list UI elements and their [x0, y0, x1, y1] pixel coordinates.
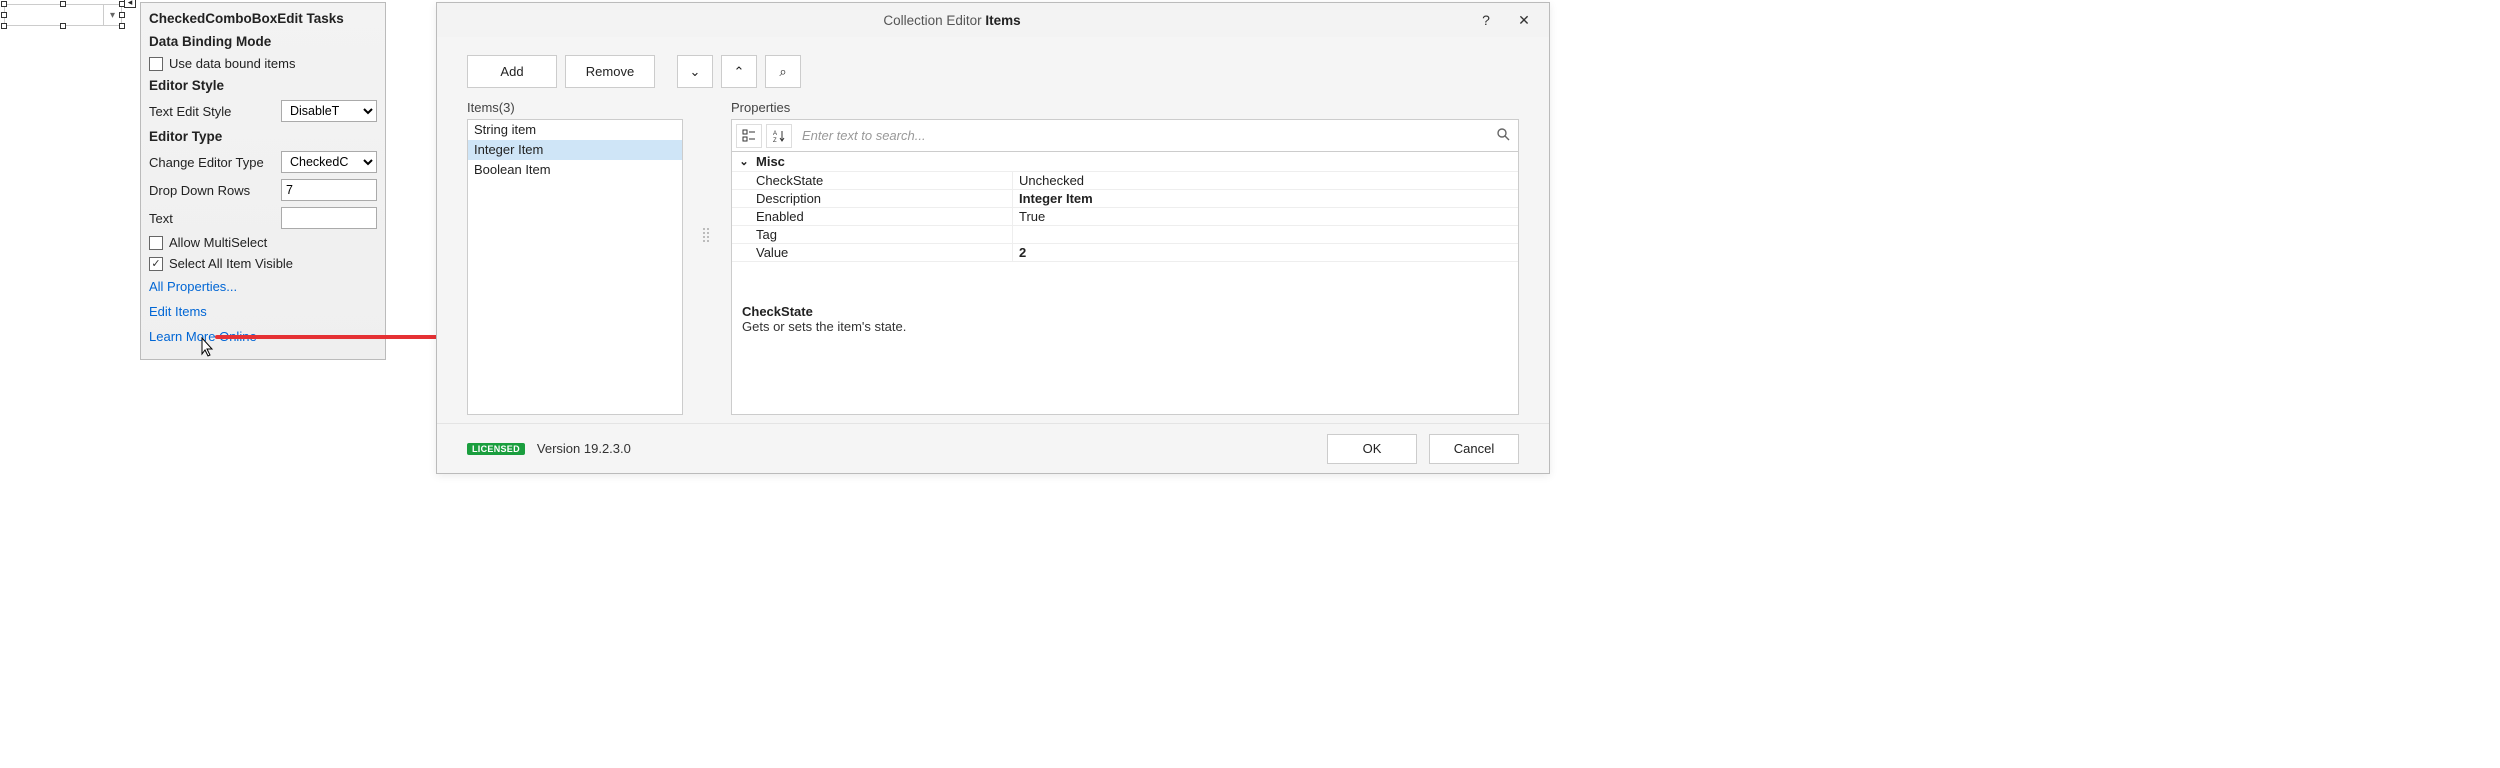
remove-button[interactable]: Remove: [565, 55, 655, 88]
smart-tag-glyph[interactable]: ◂: [124, 0, 136, 8]
allow-multiselect-checkbox[interactable]: [149, 236, 163, 250]
property-name: Enabled: [732, 208, 1012, 225]
move-down-button[interactable]: ⌄: [677, 55, 713, 88]
resize-handle[interactable]: [60, 23, 66, 29]
use-data-bound-label: Use data bound items: [169, 56, 377, 71]
items-count-label: Items(3): [467, 100, 683, 115]
property-name: Value: [732, 244, 1012, 261]
list-item[interactable]: Boolean Item: [468, 160, 682, 180]
text-edit-style-label: Text Edit Style: [149, 104, 275, 119]
property-row[interactable]: CheckState Unchecked: [732, 172, 1518, 190]
select-all-visible-label: Select All Item Visible: [169, 256, 377, 271]
dialog-close-button[interactable]: ✕: [1505, 6, 1543, 34]
properties-label: Properties: [731, 100, 1519, 115]
ok-button[interactable]: OK: [1327, 434, 1417, 464]
property-description-pane: CheckState Gets or sets the item's state…: [731, 262, 1519, 415]
property-row[interactable]: Enabled True: [732, 208, 1518, 226]
property-search-input[interactable]: [796, 128, 1488, 143]
learn-more-link[interactable]: Learn More Online: [141, 324, 385, 349]
collapse-icon[interactable]: ⌄: [738, 155, 750, 168]
resize-handle[interactable]: [1, 1, 7, 7]
all-properties-link[interactable]: All Properties...: [141, 274, 385, 299]
items-listbox[interactable]: String item Integer Item Boolean Item: [467, 119, 683, 415]
category-header[interactable]: ⌄ Misc: [732, 152, 1518, 172]
property-name: Description: [732, 190, 1012, 207]
dialog-footer: LICENSED Version 19.2.3.0 OK Cancel: [437, 423, 1549, 473]
property-value[interactable]: True: [1012, 208, 1518, 225]
property-row[interactable]: Value 2: [732, 244, 1518, 262]
list-item[interactable]: String item: [468, 120, 682, 140]
resize-handle[interactable]: [1, 23, 7, 29]
categorized-icon[interactable]: [736, 124, 762, 148]
svg-text:Z: Z: [773, 138, 777, 143]
drop-down-rows-input[interactable]: [281, 179, 377, 201]
alphabetical-icon[interactable]: AZ: [766, 124, 792, 148]
search-icon[interactable]: [1492, 127, 1514, 144]
property-value[interactable]: [1012, 226, 1518, 243]
text-edit-style-select[interactable]: DisableT: [281, 100, 377, 122]
select-all-visible-checkbox[interactable]: ✓: [149, 257, 163, 271]
description-text: Gets or sets the item's state.: [742, 319, 1508, 334]
dialog-title: Collection Editor Items: [437, 13, 1467, 28]
data-binding-header: Data Binding Mode: [141, 30, 385, 53]
list-item[interactable]: Integer Item: [468, 140, 682, 160]
tasks-title: CheckedComboBoxEdit Tasks: [141, 7, 385, 30]
splitter-grip[interactable]: [703, 228, 711, 242]
drop-down-rows-label: Drop Down Rows: [149, 183, 275, 198]
edit-items-link[interactable]: Edit Items: [141, 299, 385, 324]
editor-style-header: Editor Style: [141, 74, 385, 97]
property-value[interactable]: Integer Item: [1012, 190, 1518, 207]
property-grid[interactable]: ⌄ Misc CheckState Unchecked Description …: [731, 152, 1519, 263]
version-label: Version 19.2.3.0: [537, 441, 631, 456]
use-data-bound-checkbox[interactable]: [149, 57, 163, 71]
property-value[interactable]: Unchecked: [1012, 172, 1518, 189]
property-row[interactable]: Tag: [732, 226, 1518, 244]
tasks-panel: CheckedComboBoxEdit Tasks Data Binding M…: [140, 2, 386, 360]
dialog-titlebar[interactable]: Collection Editor Items ? ✕: [437, 3, 1549, 37]
svg-text:A: A: [773, 131, 777, 137]
license-badge: LICENSED: [467, 443, 525, 455]
resize-handle[interactable]: [1, 12, 7, 18]
resize-handle[interactable]: [119, 23, 125, 29]
cancel-button[interactable]: Cancel: [1429, 434, 1519, 464]
property-name: CheckState: [732, 172, 1012, 189]
property-row[interactable]: Description Integer Item: [732, 190, 1518, 208]
description-name: CheckState: [742, 304, 1508, 319]
change-editor-type-label: Change Editor Type: [149, 155, 275, 170]
resize-handle[interactable]: [119, 12, 125, 18]
text-input[interactable]: [281, 207, 377, 229]
allow-multiselect-label: Allow MultiSelect: [169, 235, 377, 250]
dialog-help-button[interactable]: ?: [1467, 6, 1505, 34]
property-value[interactable]: 2: [1012, 244, 1518, 261]
collection-editor-dialog: Collection Editor Items ? ✕ Add Remove ⌄…: [436, 2, 1550, 474]
property-grid-toolbar: AZ: [731, 119, 1519, 152]
text-label: Text: [149, 211, 275, 226]
add-button[interactable]: Add: [467, 55, 557, 88]
change-editor-type-select[interactable]: CheckedC: [281, 151, 377, 173]
designer-control[interactable]: ▾ ◂: [4, 4, 122, 26]
resize-handle[interactable]: [60, 1, 66, 7]
property-name: Tag: [732, 226, 1012, 243]
editor-type-header: Editor Type: [141, 125, 385, 148]
